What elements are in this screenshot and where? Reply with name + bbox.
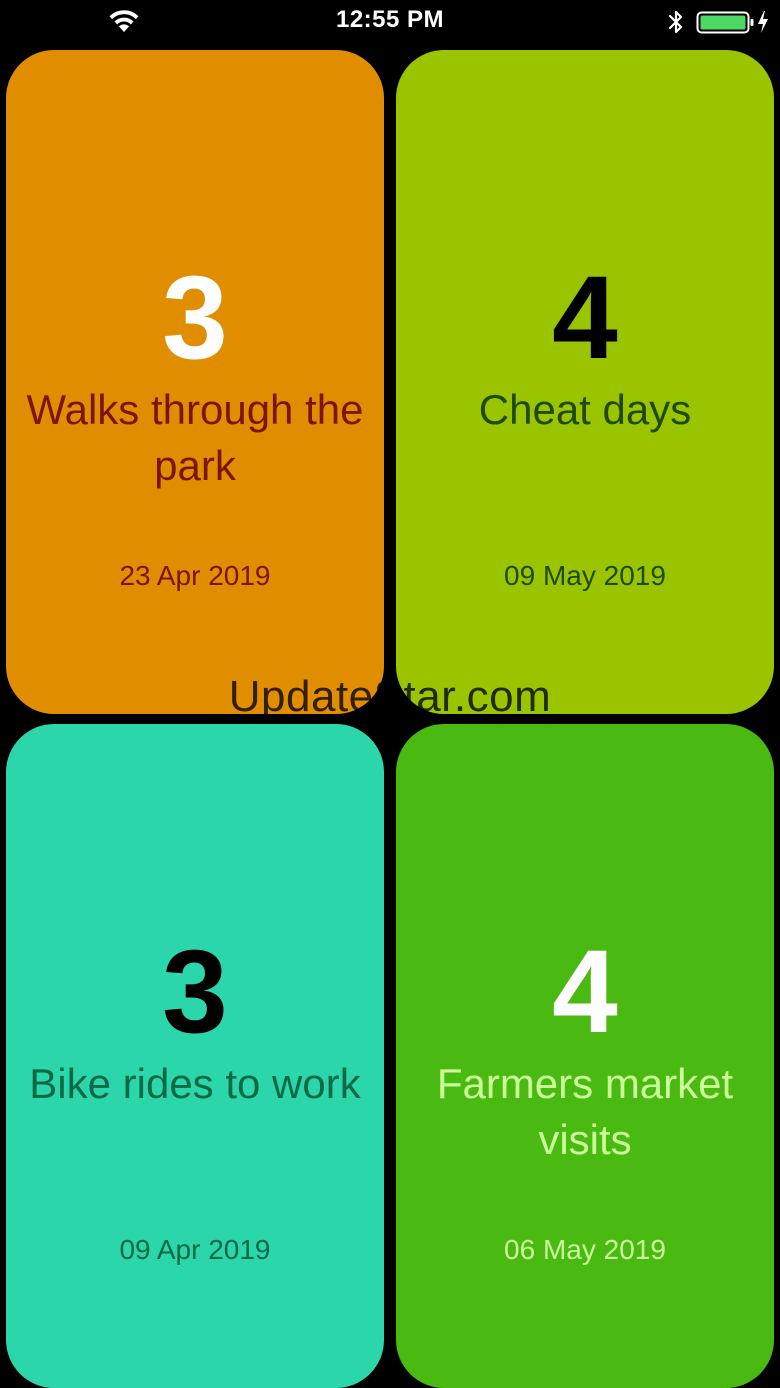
counter-card-cheat-days[interactable]: 4 Cheat days 09 May 2019: [396, 50, 774, 714]
card-count: 4: [552, 926, 618, 1058]
card-count: 3: [162, 252, 228, 384]
card-date: 09 May 2019: [504, 560, 666, 591]
card-count: 4: [552, 252, 618, 384]
card-title: Cheat days: [478, 386, 692, 433]
charging-icon: [758, 11, 768, 33]
card-date: 06 May 2019: [504, 1234, 666, 1265]
card-count: 3: [162, 926, 228, 1058]
counter-card-farmers-market[interactable]: 4 Farmers market visits 06 May 2019: [396, 724, 774, 1388]
card-title: Walks through the park: [26, 386, 364, 489]
status-bar: 12:55 PM: [0, 0, 780, 44]
card-date: 09 Apr 2019: [119, 1234, 271, 1265]
bluetooth-icon: [668, 10, 683, 34]
card-date: 23 Apr 2019: [119, 560, 271, 591]
counter-card-walks[interactable]: 3 Walks through the park 23 Apr 2019: [6, 50, 384, 714]
status-time: 12:55 PM: [335, 6, 445, 33]
card-title: Farmers market visits: [436, 1060, 734, 1163]
card-title: Bike rides to work: [29, 1060, 361, 1107]
battery-icon: [696, 11, 754, 34]
counter-card-bike-rides[interactable]: 3 Bike rides to work 09 Apr 2019: [6, 724, 384, 1388]
